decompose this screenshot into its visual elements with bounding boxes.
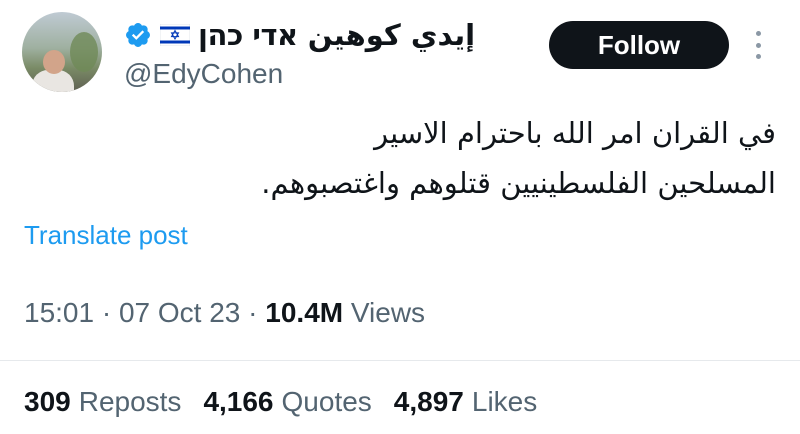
quotes-count: 4,166 bbox=[203, 386, 274, 417]
likes-label: Likes bbox=[471, 386, 538, 417]
post-time[interactable]: 15:01 bbox=[24, 297, 94, 328]
tweet-meta: 15:01 · 07 Oct 23 · 10.4M Views bbox=[24, 297, 425, 329]
views-count: 10.4M bbox=[265, 297, 344, 328]
tweet-line: المسلحين الفلسطينيين قتلوهم واغتصبوهم. bbox=[261, 166, 776, 200]
reposts-stat[interactable]: 309 Reposts bbox=[24, 386, 181, 418]
more-dot bbox=[755, 31, 761, 36]
meta-separator: · bbox=[101, 297, 112, 328]
likes-count: 4,897 bbox=[393, 386, 464, 417]
post-date[interactable]: 07 Oct 23 bbox=[119, 297, 240, 328]
meta-separator: · bbox=[248, 297, 258, 328]
engagement-stats: 309 Reposts 4,166 Quotes 4,897 Likes bbox=[24, 386, 537, 418]
more-dot bbox=[755, 54, 761, 59]
views-label: Views bbox=[350, 297, 426, 328]
divider bbox=[0, 360, 800, 361]
author-handle[interactable]: @EdyCohen bbox=[124, 58, 283, 90]
avatar-tree bbox=[70, 32, 98, 72]
avatar-head bbox=[43, 50, 65, 74]
quotes-label: Quotes bbox=[281, 386, 372, 417]
avatar[interactable] bbox=[22, 12, 102, 92]
more-options-icon[interactable] bbox=[752, 31, 764, 59]
author-name-row[interactable]: إيدي كوهين אדי כהן bbox=[124, 16, 476, 54]
quotes-stat[interactable]: 4,166 Quotes bbox=[203, 386, 371, 418]
author-display-name[interactable]: إيدي كوهين אדי כהן bbox=[198, 18, 476, 52]
likes-stat[interactable]: 4,897 Likes bbox=[394, 386, 537, 418]
reposts-count: 309 bbox=[24, 386, 71, 417]
israel-flag-icon bbox=[160, 24, 190, 46]
tweet-text: في القران امر الله باحترام الاسير المسلح… bbox=[36, 108, 776, 208]
verified-badge-icon bbox=[126, 23, 150, 47]
more-dot bbox=[755, 42, 761, 48]
follow-button[interactable]: Follow bbox=[549, 21, 729, 69]
reposts-label: Reposts bbox=[78, 386, 182, 417]
translate-post-link[interactable]: Translate post bbox=[24, 220, 188, 251]
tweet-line: في القران امر الله باحترام الاسير bbox=[374, 116, 776, 150]
